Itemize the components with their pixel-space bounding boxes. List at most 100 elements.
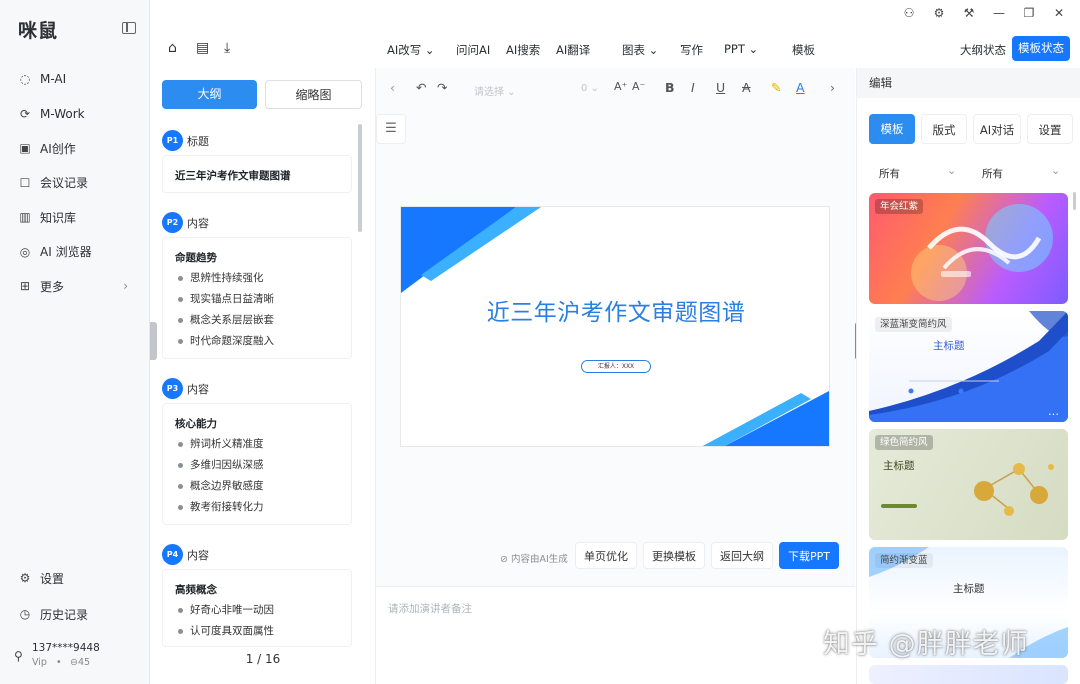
filter-select-1[interactable]: 所有 [879,166,900,181]
sidebar-item-m-ai[interactable]: ◌ M-AI [0,62,150,97]
sidebar-item-label: 历史记录 [40,607,89,622]
sidebar-item-label: AI 浏览器 [40,245,92,260]
outline-scrollbar[interactable] [358,124,362,232]
section-title[interactable]: 近三年沪考作文审题图谱 [163,156,351,186]
optimize-page-button[interactable]: 单页优化 [575,542,637,569]
template-state-button[interactable]: 模板状态 [1012,36,1070,61]
page-badge: P3 [162,378,183,399]
tab-thumbnails[interactable]: 缩略图 [265,80,362,109]
menu-chart[interactable]: 图表 ⌄ [622,42,658,58]
section-card[interactable]: 命题趋势 思辨性持续强化 现实锚点日益清晰 概念关系层层嵌套 时代命题深度融入 [162,237,352,359]
font-color-icon[interactable]: A [796,80,805,95]
chevron-left-icon[interactable]: ‹ [390,80,395,95]
sidebar-item-label: 会议记录 [40,176,89,191]
underline-icon[interactable]: U [716,80,725,95]
filter-select-2[interactable]: 所有 [982,166,1003,181]
section-card[interactable]: 近三年沪考作文审题图谱 [162,155,352,193]
speaker-notes[interactable]: 请添加演讲者备注 [376,586,855,684]
undo-icon[interactable]: ↶ [416,80,426,95]
tab-layout[interactable]: 版式 [921,114,967,144]
left-panel-toggle[interactable] [150,322,157,360]
menu-ppt[interactable]: PPT ⌄ [724,42,758,56]
download-icon[interactable]: ⤓ [224,40,230,56]
tab-outline[interactable]: 大纲 [162,80,257,109]
list-item[interactable]: 时代命题深度融入 [163,331,351,352]
close-icon[interactable]: ✕ [1052,6,1066,20]
font-increase-icon[interactable]: A⁺ [614,80,627,93]
font-decrease-icon[interactable]: A⁻ [632,80,645,93]
menu-template[interactable]: 模板 [792,42,815,58]
back-to-outline-button[interactable]: 返回大纲 [711,542,773,569]
menu-writing[interactable]: 写作 [680,42,703,58]
list-item[interactable]: 思辨性持续强化 [163,268,351,289]
section-type-label: 内容 [187,217,209,230]
list-item[interactable]: 概念边界敏感度 [163,476,351,497]
download-ppt-button[interactable]: 下载PPT [779,542,839,569]
section-card[interactable]: 高频概念 好奇心非唯一动因 认可度具双面属性 [162,569,352,647]
section-title[interactable]: 高频概念 [163,570,351,600]
save-icon[interactable]: ▤ [196,40,209,56]
section-title[interactable]: 核心能力 [163,404,351,434]
sidebar-item-label: M-AI [40,72,67,87]
outline-panel: 大纲 缩略图 P1 标题 近三年沪考作文审题图谱 P2 内容 命题趋势 思辨性持… [150,68,376,684]
section-title[interactable]: 命题趋势 [163,238,351,268]
home-icon[interactable]: ⌂ [168,40,177,56]
outline-list-icon[interactable]: ☰ [376,114,406,144]
template-tag: 简约渐变蓝 [875,553,933,568]
sidebar: 咪鼠 ◌ M-AI ⟳ M-Work ▣ AI创作 ☐ 会议记录 ▥ 知识库 ◎… [0,0,150,684]
more-icon[interactable]: … [1048,405,1060,418]
slide-preview[interactable]: 近三年沪考作文审题图谱 汇报人：XXX [400,206,830,447]
list-item[interactable]: 认可度具双面属性 [163,621,351,642]
settings-icon[interactable]: ⚙ [932,6,946,20]
menu-ai-translate[interactable]: AI翻译 [556,42,590,58]
wrench-icon[interactable]: ⚒ [962,6,976,20]
sidebar-item-meeting[interactable]: ☐ 会议记录 [0,166,150,201]
list-item[interactable]: 好奇心非唯一动因 [163,600,351,621]
template-card[interactable]: 年会红紫 [869,193,1068,304]
template-scrollbar[interactable] [1073,192,1076,210]
page-indicator: 1 / 16 [245,652,281,666]
list-item[interactable]: 教考衔接转化力 [163,497,351,518]
strikethrough-icon[interactable]: A [742,80,751,95]
tab-template[interactable]: 模板 [869,114,915,144]
minimize-icon[interactable]: — [992,6,1006,20]
bold-icon[interactable]: B [665,80,675,95]
template-card[interactable] [869,665,1068,684]
list-item[interactable]: 现实锚点日益清晰 [163,289,351,310]
sidebar-item-history[interactable]: ◷ 历史记录 [0,596,150,632]
font-family-select[interactable]: 请选择 ⌄ [474,83,516,98]
redo-icon[interactable]: ↷ [437,80,447,95]
restore-icon[interactable]: ❐ [1022,6,1036,20]
change-template-button[interactable]: 更换模板 [643,542,705,569]
format-toolbar: ‹ ↶ ↷ 请选择 ⌄ 0 ⌄ A⁺ A⁻ B I U A ✎ A › [376,80,855,100]
sidebar-item-ai-create[interactable]: ▣ AI创作 [0,131,150,166]
menu-ai-search[interactable]: AI搜索 [506,42,540,58]
list-item[interactable]: 辨词析义精准度 [163,434,351,455]
chevron-right-icon[interactable]: › [830,80,835,95]
highlight-icon[interactable]: ✎ [771,80,781,95]
sidebar-item-knowledge[interactable]: ▥ 知识库 [0,200,150,235]
slide-title[interactable]: 近三年沪考作文审题图谱 [401,293,829,327]
menu-ask-ai[interactable]: 问问AI [456,42,490,58]
user-name: 137****9448 [32,642,100,654]
template-card[interactable]: 绿色简约风 主标题 [869,429,1068,540]
outline-state-button[interactable]: 大纲状态 [960,42,1006,58]
menu-ai-rewrite[interactable]: AI改写 ⌄ [387,42,435,58]
account-icon[interactable]: ⚇ [902,6,916,20]
list-item[interactable]: 概念关系层层嵌套 [163,310,351,331]
sidebar-item-settings[interactable]: ⚙ 设置 [0,560,150,596]
sidebar-nav: ◌ M-AI ⟳ M-Work ▣ AI创作 ☐ 会议记录 ▥ 知识库 ◎ AI… [0,62,150,304]
template-subtitle: 主标题 [953,583,985,595]
slide-presenter[interactable]: 汇报人：XXX [581,360,651,373]
italic-icon[interactable]: I [691,80,695,95]
sidebar-item-m-work[interactable]: ⟳ M-Work [0,97,150,132]
section-card[interactable]: 核心能力 辨词析义精准度 多维归因纵深感 概念边界敏感度 教考衔接转化力 [162,403,352,525]
sidebar-item-more[interactable]: ⊞ 更多 › [0,269,150,304]
template-card[interactable]: 深蓝渐变简约风 主标题 … [869,311,1068,422]
list-item[interactable]: 多维归因纵深感 [163,455,351,476]
sidebar-item-browser[interactable]: ◎ AI 浏览器 [0,235,150,270]
tab-settings[interactable]: 设置 [1027,114,1073,144]
font-size-select[interactable]: 0 ⌄ [581,83,599,94]
sidebar-collapse-icon[interactable] [122,22,136,34]
tab-ai-chat[interactable]: AI对话 [973,114,1021,144]
